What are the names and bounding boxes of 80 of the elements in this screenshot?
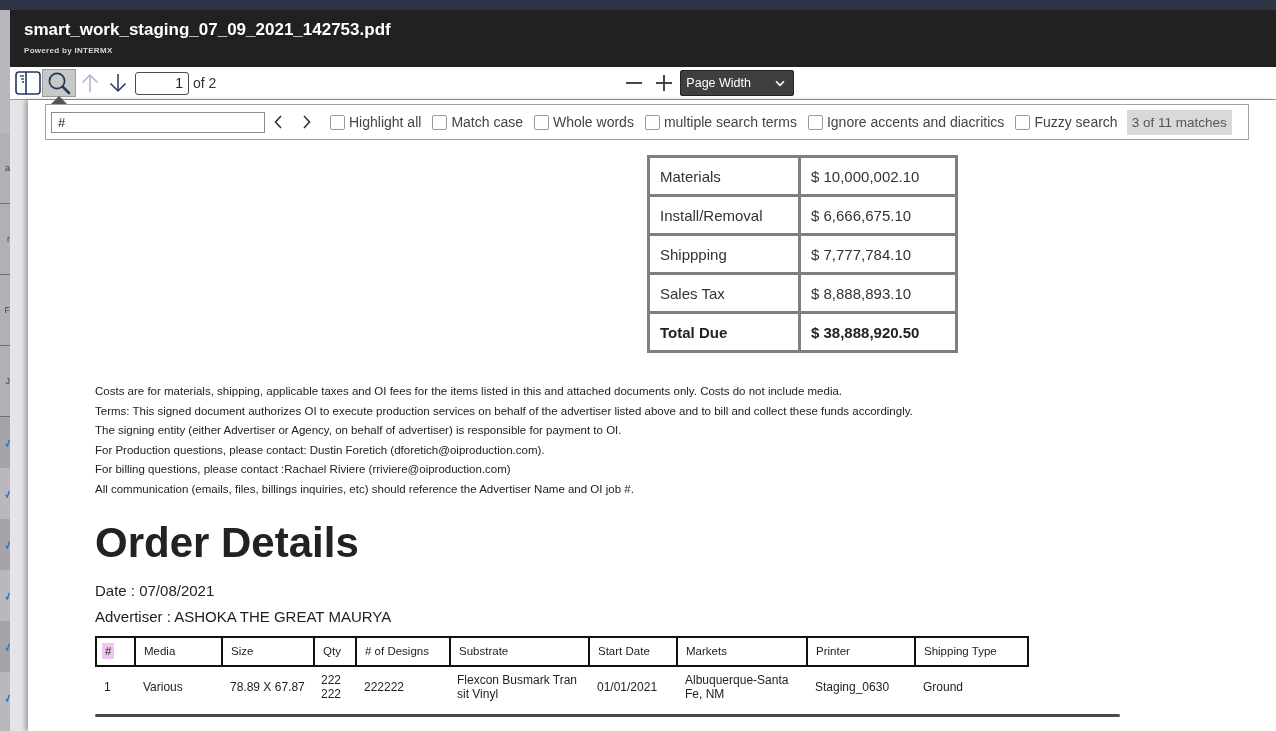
table-cell: Various (135, 665, 222, 707)
column-header: Markets (677, 636, 807, 666)
text-fragment: F (4, 305, 10, 315)
popover-arrow-icon (51, 96, 67, 104)
checkbox[interactable] (644, 114, 660, 130)
check-icon (5, 591, 10, 600)
checkbox[interactable] (807, 114, 823, 130)
text-fragment: J (5, 376, 10, 386)
checkbox[interactable] (1015, 114, 1031, 130)
minus-icon (626, 82, 643, 84)
check-icon (5, 540, 10, 549)
search-match-highlight: # (102, 643, 115, 660)
table-cell: Albuquerque-Santa Fe, NM (677, 665, 807, 707)
note-text: Costs are for materials, shipping, applicable taxes and OI fees for the items listed in this and attached documents only. Costs do not include media. (95, 384, 843, 399)
check-icon (5, 693, 10, 702)
check-icon (5, 642, 10, 651)
chevron-left-icon (274, 115, 282, 129)
table-cell: $ 38,888,920.50 (799, 312, 957, 352)
field-text: Date : 07/08/2021 (95, 580, 215, 601)
search-option[interactable]: Fuzzy search (1015, 114, 1118, 130)
plus-icon (656, 75, 673, 91)
column-header: Size (222, 636, 314, 666)
search-option[interactable]: Match case (432, 114, 523, 130)
table-cell: Total Due (648, 312, 800, 352)
column-header: Substrate (450, 636, 589, 666)
document-title: smart_work_staging_07_09_2021_142753.pdf (24, 20, 391, 40)
column-header: Shipping Type (915, 636, 1028, 666)
note-text: All communication (emails, files, billings inquiries, etc) should reference the Advertiser Name and OI job #. (95, 481, 634, 497)
checkbox[interactable] (330, 114, 345, 130)
search-option[interactable]: Ignore accents and diacritics (807, 114, 1005, 130)
table-cell: Sales Tax (648, 273, 800, 313)
table-cell: 222222 (314, 665, 356, 707)
text-fragment: a (5, 163, 10, 173)
note-text: Terms: This signed document authorizes OI to execute production services on behalf of the advertiser listed above and to bill and collect these funds accordingly. (95, 403, 913, 419)
search-button[interactable] (42, 69, 76, 97)
section-heading: Order Details (95, 518, 359, 567)
table-cell: Shippping (648, 234, 800, 274)
table-cell: $ 6,666,675.10 (799, 195, 957, 235)
note-text: The signing entity (either Advertiser or Agency, on behalf of advertiser) is responsible for payment to OI. (95, 423, 622, 439)
column-header: Printer (807, 636, 915, 666)
table-cell: $ 10,000,002.10 (799, 156, 957, 196)
column-header: # of Designs (356, 636, 450, 666)
note-text: For Production questions, please contact: Dustin Foretich (dforetich@oiproduction.com). (95, 442, 545, 458)
table-cell: 01/01/2021 (589, 665, 677, 707)
table-cell: Flexcon Busmark Transit Vinyl (450, 665, 589, 707)
table-cell: Ground (915, 665, 1028, 707)
match-count-label: 3 of 11 matches (1126, 109, 1232, 135)
search-option[interactable]: Whole words (533, 114, 634, 130)
text-fragment: r (7, 234, 10, 244)
checkbox[interactable] (533, 114, 549, 130)
check-icon (5, 489, 10, 498)
table-cell: $ 7,777,784.10 (799, 234, 957, 274)
powered-by-text: Powered by INTERMX (24, 46, 113, 56)
arrow-up-icon (81, 73, 99, 93)
table-cell: 222222 (356, 665, 450, 707)
note-text: For billing questions, please contact :Rachael Riviere (rriviere@oiproduction.com) (95, 462, 511, 478)
check-icon (5, 438, 10, 447)
zoom-dropdown[interactable]: Page Width (680, 70, 795, 96)
table-cell: Staging_0630 (807, 665, 915, 707)
chevron-down-icon (775, 79, 786, 87)
page-number-field[interactable]: 1 (135, 71, 189, 95)
table-cell: Materials (648, 156, 800, 196)
column-header: Qty (314, 636, 356, 666)
table-cell: 1 (96, 665, 135, 707)
checkbox[interactable] (432, 114, 448, 130)
sidebar-icon (15, 71, 41, 95)
sidebar-toggle-button[interactable] (14, 69, 42, 97)
arrow-down-icon (109, 73, 127, 93)
find-field[interactable]: # (51, 111, 265, 133)
field-text: Advertiser : ASHOKA THE GREAT MAURYA (95, 606, 392, 627)
search-icon (47, 71, 71, 95)
page-count-text: of 2 (193, 75, 217, 91)
chevron-right-icon (303, 115, 311, 129)
table-cell: $ 8,888,893.10 (799, 273, 957, 313)
column-header: Media (135, 636, 222, 666)
table-cell: 78.89 X 67.87 (222, 665, 314, 707)
search-option[interactable]: Highlight all (330, 114, 422, 130)
table-cell: Install/Removal (648, 195, 800, 235)
column-header: Start Date (589, 636, 677, 666)
search-option[interactable]: multiple search terms (644, 114, 797, 130)
